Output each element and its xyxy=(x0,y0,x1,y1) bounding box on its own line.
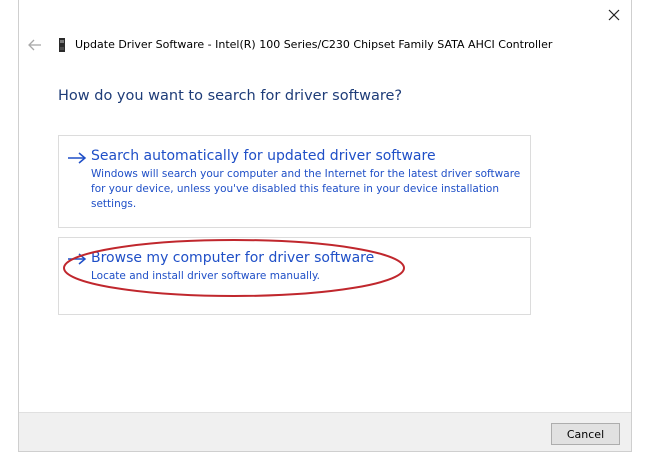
close-button[interactable] xyxy=(603,5,625,25)
dialog-footer: Cancel xyxy=(19,412,631,451)
option-description: Windows will search your computer and th… xyxy=(91,168,521,210)
browse-computer-option[interactable]: Browse my computer for driver software L… xyxy=(58,237,531,315)
dialog-title: Update Driver Software - Intel(R) 100 Se… xyxy=(75,38,553,51)
arrow-right-icon xyxy=(68,152,87,164)
close-icon xyxy=(608,9,620,21)
option-title: Search automatically for updated driver … xyxy=(91,148,436,164)
back-button[interactable] xyxy=(27,37,43,51)
device-icon xyxy=(58,37,66,52)
page-heading: How do you want to search for driver sof… xyxy=(58,88,403,104)
option-title: Browse my computer for driver software xyxy=(91,250,375,266)
cancel-button[interactable]: Cancel xyxy=(551,423,620,445)
search-automatically-option[interactable]: Search automatically for updated driver … xyxy=(58,135,531,228)
arrow-right-icon xyxy=(68,253,87,265)
back-arrow-icon xyxy=(28,39,41,51)
option-description: Locate and install driver software manua… xyxy=(91,270,321,282)
update-driver-dialog: Update Driver Software - Intel(R) 100 Se… xyxy=(18,0,632,452)
